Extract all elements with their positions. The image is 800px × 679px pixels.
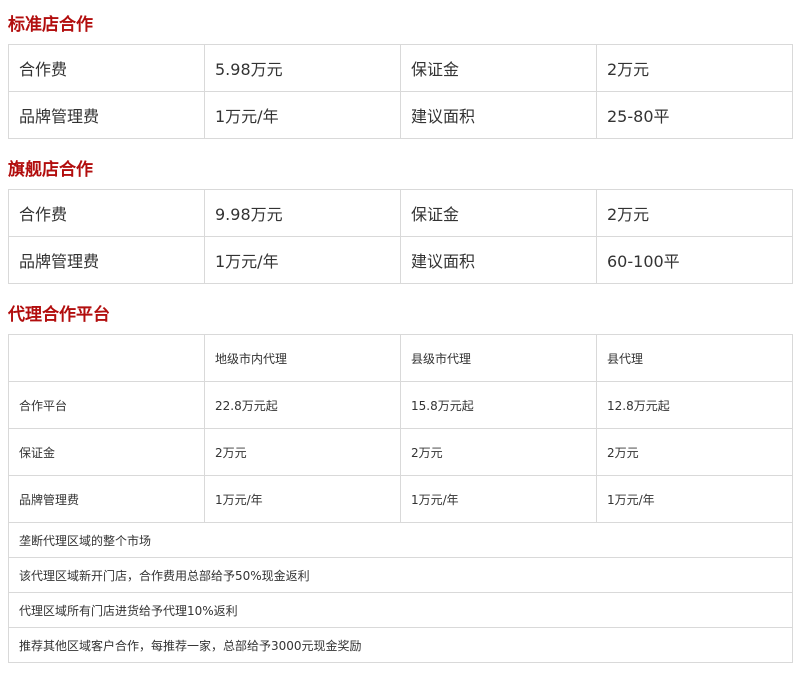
table-row: 合作费 9.98万元 保证金 2万元 (8, 189, 793, 237)
note-text: 推荐其他区域客户合作，每推荐一家，总部给予3000元现金奖励 (8, 627, 793, 663)
table-cell: 1万元/年 (400, 475, 597, 523)
note-text: 垄断代理区域的整个市场 (8, 522, 793, 558)
table-header-row: 地级市内代理 县级市代理 县代理 (8, 334, 793, 382)
note-row: 垄断代理区域的整个市场 (8, 522, 793, 558)
section-title-flagship: 旗舰店合作 (8, 160, 93, 180)
table-cell: 品牌管理费 (8, 475, 205, 523)
table-cell: 品牌管理费 (8, 236, 205, 284)
table-cell: 2万元 (400, 428, 597, 476)
table-cell: 1万元/年 (596, 475, 793, 523)
section-title-agent: 代理合作平台 (8, 305, 110, 325)
table-row: 品牌管理费 1万元/年 建议面积 25-80平 (8, 91, 793, 139)
table-header-cell (8, 334, 205, 382)
table-cell: 15.8万元起 (400, 381, 597, 429)
table-header-cell: 县级市代理 (400, 334, 597, 382)
note-text: 代理区域所有门店进货给予代理10%返利 (8, 592, 793, 628)
table-cell: 合作费 (8, 44, 205, 92)
table-cell: 合作平台 (8, 381, 205, 429)
table-row: 保证金 2万元 2万元 2万元 (8, 428, 793, 476)
table-cell: 2万元 (596, 189, 793, 237)
table-cell: 2万元 (596, 44, 793, 92)
table-row: 品牌管理费 1万元/年 建议面积 60-100平 (8, 236, 793, 284)
table-cell: 22.8万元起 (204, 381, 401, 429)
table-cell: 1万元/年 (204, 236, 401, 284)
note-row: 该代理区域新开门店，合作费用总部给予50%现金返利 (8, 557, 793, 593)
table-cell: 保证金 (8, 428, 205, 476)
standard-table: 合作费 5.98万元 保证金 2万元 品牌管理费 1万元/年 建议面积 25-8… (8, 44, 793, 139)
note-row: 推荐其他区域客户合作，每推荐一家，总部给予3000元现金奖励 (8, 627, 793, 663)
table-cell: 建议面积 (400, 91, 597, 139)
table-cell: 品牌管理费 (8, 91, 205, 139)
note-row: 代理区域所有门店进货给予代理10%返利 (8, 592, 793, 628)
flagship-table: 合作费 9.98万元 保证金 2万元 品牌管理费 1万元/年 建议面积 60-1… (8, 189, 793, 284)
table-cell: 2万元 (204, 428, 401, 476)
table-cell: 1万元/年 (204, 475, 401, 523)
table-header-cell: 县代理 (596, 334, 793, 382)
table-row: 合作费 5.98万元 保证金 2万元 (8, 44, 793, 92)
table-cell: 60-100平 (596, 236, 793, 284)
table-cell: 25-80平 (596, 91, 793, 139)
note-text: 该代理区域新开门店，合作费用总部给予50%现金返利 (8, 557, 793, 593)
table-cell: 保证金 (400, 44, 597, 92)
table-cell: 12.8万元起 (596, 381, 793, 429)
table-row: 合作平台 22.8万元起 15.8万元起 12.8万元起 (8, 381, 793, 429)
table-cell: 合作费 (8, 189, 205, 237)
table-cell: 5.98万元 (204, 44, 401, 92)
section-title-standard: 标准店合作 (8, 15, 93, 35)
table-cell: 1万元/年 (204, 91, 401, 139)
table-cell: 保证金 (400, 189, 597, 237)
table-cell: 2万元 (596, 428, 793, 476)
table-cell: 建议面积 (400, 236, 597, 284)
table-cell: 9.98万元 (204, 189, 401, 237)
table-row: 品牌管理费 1万元/年 1万元/年 1万元/年 (8, 475, 793, 523)
table-header-cell: 地级市内代理 (204, 334, 401, 382)
agent-table: 地级市内代理 县级市代理 县代理 合作平台 22.8万元起 15.8万元起 12… (8, 334, 793, 663)
